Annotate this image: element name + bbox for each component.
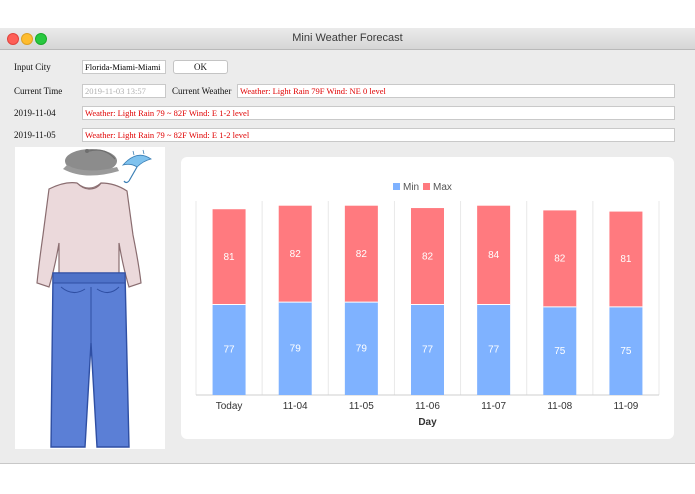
data-label-min: 77 <box>422 345 434 356</box>
window-title: Mini Weather Forecast <box>292 32 403 44</box>
current-time-field: 2019-11-03 13:57 <box>82 84 166 98</box>
data-label-min: 79 <box>356 344 368 355</box>
data-label-max: 82 <box>356 249 368 260</box>
forecast-date-2: 2019-11-05 <box>14 130 56 140</box>
data-label-max: 81 <box>224 252 236 263</box>
x-tick-label: 11-07 <box>481 401 506 412</box>
data-label-max: 81 <box>620 254 632 265</box>
jeans-icon <box>50 272 130 448</box>
data-label-max: 82 <box>422 251 434 262</box>
data-label-max: 82 <box>554 254 566 265</box>
data-label-min: 79 <box>290 344 302 355</box>
input-city-label: Input City <box>14 62 51 72</box>
temperature-chart-card: Min Max 77 81 Today 79 82 11-04 79 82 11-05 77 82 11-… <box>181 157 674 439</box>
x-tick-label: Today <box>216 401 243 412</box>
forecast-field-2: Weather: Light Rain 79 ~ 82F Wind: E 1-2… <box>82 128 675 142</box>
x-tick-label: 11-05 <box>349 401 374 412</box>
data-label-min: 75 <box>554 346 566 357</box>
cap-icon <box>63 149 119 176</box>
current-weather-label: Current Weather <box>172 86 232 96</box>
current-time-label: Current Time <box>14 86 63 96</box>
x-tick-label: 11-06 <box>415 401 440 412</box>
x-axis-title: Day <box>418 417 437 428</box>
x-tick-label: 11-04 <box>283 401 308 412</box>
umbrella-icon <box>121 149 152 184</box>
data-label-min: 75 <box>620 346 632 357</box>
data-label-max: 82 <box>290 249 302 260</box>
x-tick-label: 11-09 <box>614 401 639 412</box>
temperature-chart: Min Max 77 81 Today 79 82 11-04 79 82 11-05 77 82 11-… <box>195 182 660 428</box>
data-label-min: 77 <box>224 345 236 356</box>
forecast-field-1: Weather: Light Rain 79 ~ 82F Wind: E 1-2… <box>82 106 675 120</box>
x-tick-label: 11-08 <box>547 401 572 412</box>
data-label-max: 84 <box>488 250 500 261</box>
legend-min-swatch <box>393 183 400 190</box>
ok-button[interactable]: OK <box>173 60 228 74</box>
long-sleeve-shirt-icon <box>36 182 142 288</box>
data-label-min: 77 <box>488 345 500 356</box>
forecast-date-1: 2019-11-04 <box>14 108 56 118</box>
legend-max-swatch <box>423 183 430 190</box>
legend-max-label: Max <box>433 182 452 193</box>
clothing-suggestion <box>15 147 165 449</box>
current-weather-field: Weather: Light Rain 79F Wind: NE 0 level <box>237 84 675 98</box>
legend-min-label: Min <box>403 182 419 193</box>
title-bar: Mini Weather Forecast <box>0 28 695 50</box>
city-input[interactable]: Florida-Miami-Miami <box>82 60 166 74</box>
